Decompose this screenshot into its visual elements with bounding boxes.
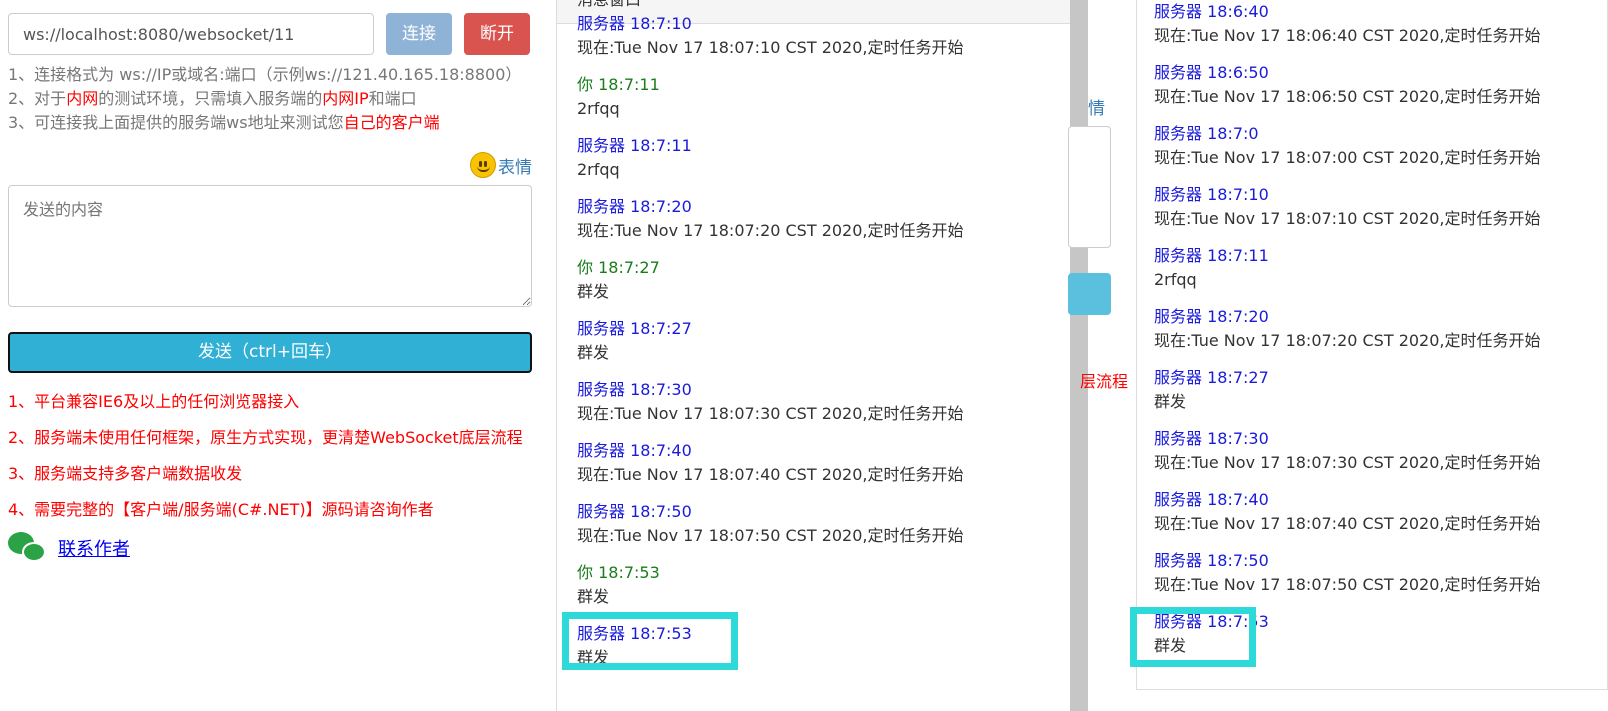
message-text: 2rfqq: [1154, 270, 1197, 289]
message-item: 服务器 18:7:30 现在:Tue Nov 17 18:07:30 CST 20…: [1154, 427, 1594, 488]
message-text: 现在:Tue Nov 17 18:07:30 CST 2020,定时任务开始: [1154, 453, 1541, 472]
message-item: 服务器 18:7:40 现在:Tue Nov 17 18:07:40 CST 20…: [1154, 488, 1594, 549]
message-window: 消息窗口 服务器 18:7:10 现在:Tue Nov 17 18:07:10 C…: [556, 0, 1070, 711]
partial-glyph: [1088, 4, 1096, 20]
scrollbar[interactable]: [1070, 0, 1088, 711]
disconnect-button[interactable]: 断开: [464, 13, 530, 55]
message-sender: 服务器 18:6:40: [1154, 2, 1269, 21]
contact-author-link[interactable]: 联系作者: [58, 535, 130, 561]
message-sender: 服务器 18:7:0: [1154, 124, 1259, 143]
message-text: 现在:Tue Nov 17 18:07:10 CST 2020,定时任务开始: [577, 38, 964, 57]
message-sender: 服务器 18:7:50: [1154, 551, 1269, 570]
tip-2: 2、对于内网的测试环境，只需填入服务端的内网IP和端口: [8, 89, 417, 108]
message-sender: 服务器 18:7:30: [577, 380, 692, 399]
message-item: 服务器 18:7:11 2rfqq: [577, 134, 1057, 195]
feature-item: 4、需要完整的【客户端/服务端(C#.NET)】源码请咨询作者: [8, 500, 434, 519]
message-text: 2rfqq: [577, 160, 620, 179]
message-text: 群发: [577, 343, 610, 362]
message-sender: 服务器 18:7:40: [577, 441, 692, 460]
message-item: 服务器 18:7:11 2rfqq: [1154, 244, 1594, 305]
message-sender: 你 18:7:11: [577, 75, 660, 94]
message-item: 服务器 18:7:10 现在:Tue Nov 17 18:07:10 CST 20…: [577, 12, 1057, 73]
message-text: 现在:Tue Nov 17 18:06:50 CST 2020,定时任务开始: [1154, 87, 1541, 106]
message-item: 服务器 18:7:0 现在:Tue Nov 17 18:07:00 CST 202…: [1154, 122, 1594, 183]
tip-3: 3、可连接我上面提供的服务端ws地址来测试您自己的客户端: [8, 113, 440, 132]
message-sender: 服务器 18:7:20: [577, 197, 692, 216]
message-text: 群发: [1154, 392, 1187, 411]
wechat-icon: [8, 532, 46, 564]
highlight-box: [562, 612, 738, 670]
second-client-window: 情 层流程 服务器 18:6:40 现在:Tue Nov 17 18:06:40 …: [1068, 0, 1608, 711]
feature-item: 1、平台兼容IE6及以上的任何浏览器接入: [8, 392, 300, 411]
feature-item: 2、服务端未使用任何框架，原生方式实现，更清楚WebSocket底层流程: [8, 428, 523, 447]
feature-text-fragment: 层流程: [1080, 372, 1129, 391]
message-sender: 你 18:7:53: [577, 563, 660, 582]
message-item: 服务器 18:7:20 现在:Tue Nov 17 18:07:20 CST 20…: [577, 195, 1057, 256]
message-sender: 服务器 18:7:20: [1154, 307, 1269, 326]
connect-button[interactable]: 连接: [386, 13, 452, 55]
message-item: 服务器 18:7:40 现在:Tue Nov 17 18:07:40 CST 20…: [577, 439, 1057, 500]
send-button[interactable]: 发送（ctrl+回车）: [8, 332, 532, 373]
send-button-fragment[interactable]: [1068, 273, 1111, 315]
message-sender: 服务器 18:7:30: [1154, 429, 1269, 448]
contact-row: 联系作者: [8, 532, 130, 564]
message-sender: 服务器 18:7:10: [1154, 185, 1269, 204]
tip-1: 1、连接格式为 ws://IP或域名:端口（示例ws://121.40.165.…: [8, 65, 522, 84]
message-item: 服务器 18:7:10 现在:Tue Nov 17 18:07:10 CST 20…: [1154, 183, 1594, 244]
message-item: 服务器 18:7:27 群发: [577, 317, 1057, 378]
emoji-label: 表情: [498, 157, 532, 178]
message-content-input[interactable]: [8, 185, 532, 307]
message-text: 群发: [577, 282, 610, 301]
message-item: 服务器 18:7:50 现在:Tue Nov 17 18:07:50 CST 20…: [1154, 549, 1594, 610]
emoji-button[interactable]: 表情: [470, 152, 532, 178]
message-item: 服务器 18:7:30 现在:Tue Nov 17 18:07:30 CST 20…: [577, 378, 1057, 439]
connection-tips: 1、连接格式为 ws://IP或域名:端口（示例ws://121.40.165.…: [8, 63, 521, 135]
message-sender: 服务器 18:7:10: [577, 14, 692, 33]
message-sender: 服务器 18:7:11: [1154, 246, 1269, 265]
websocket-url-input[interactable]: [8, 13, 374, 55]
message-text: 群发: [577, 587, 610, 606]
emoji-label-fragment[interactable]: 情: [1088, 94, 1105, 119]
message-text: 现在:Tue Nov 17 18:07:50 CST 2020,定时任务开始: [577, 526, 964, 545]
highlight-box: [1130, 607, 1256, 667]
message-item: 服务器 18:7:20 现在:Tue Nov 17 18:07:20 CST 20…: [1154, 305, 1594, 366]
message-sender: 你 18:7:27: [577, 258, 660, 277]
message-text: 现在:Tue Nov 17 18:07:40 CST 2020,定时任务开始: [577, 465, 964, 484]
message-text: 现在:Tue Nov 17 18:07:10 CST 2020,定时任务开始: [1154, 209, 1541, 228]
feature-item: 3、服务端支持多客户端数据收发: [8, 464, 243, 483]
client-panel: 连接 断开 1、连接格式为 ws://IP或域名:端口（示例ws://121.4…: [0, 0, 556, 711]
feature-list: 1、平台兼容IE6及以上的任何浏览器接入 2、服务端未使用任何框架，原生方式实现…: [8, 390, 523, 534]
message-sender: 服务器 18:6:50: [1154, 63, 1269, 82]
message-item: 服务器 18:6:50 现在:Tue Nov 17 18:06:50 CST 20…: [1154, 61, 1594, 122]
message-sender: 服务器 18:7:27: [577, 319, 692, 338]
message-item: 你 18:7:11 2rfqq: [577, 73, 1057, 134]
message-text: 现在:Tue Nov 17 18:06:40 CST 2020,定时任务开始: [1154, 26, 1541, 45]
message-sender: 服务器 18:7:40: [1154, 490, 1269, 509]
message-sender: 服务器 18:7:11: [577, 136, 692, 155]
message-window-title: 消息窗口: [577, 0, 641, 9]
message-item: 服务器 18:6:40 现在:Tue Nov 17 18:06:40 CST 20…: [1154, 0, 1594, 61]
message-text: 现在:Tue Nov 17 18:07:20 CST 2020,定时任务开始: [577, 221, 964, 240]
message-text: 现在:Tue Nov 17 18:07:00 CST 2020,定时任务开始: [1154, 148, 1541, 167]
content-input-fragment[interactable]: [1068, 126, 1111, 248]
message-sender: 服务器 18:7:27: [1154, 368, 1269, 387]
message-text: 现在:Tue Nov 17 18:07:50 CST 2020,定时任务开始: [1154, 575, 1541, 594]
message-item: 服务器 18:7:50 现在:Tue Nov 17 18:07:50 CST 20…: [577, 500, 1057, 561]
message-text: 现在:Tue Nov 17 18:07:20 CST 2020,定时任务开始: [1154, 331, 1541, 350]
message-text: 现在:Tue Nov 17 18:07:40 CST 2020,定时任务开始: [1154, 514, 1541, 533]
message-text: 2rfqq: [577, 99, 620, 118]
message-item: 服务器 18:7:27 群发: [1154, 366, 1594, 427]
message-text: 现在:Tue Nov 17 18:07:30 CST 2020,定时任务开始: [577, 404, 964, 423]
message-list: 服务器 18:6:40 现在:Tue Nov 17 18:06:40 CST 20…: [1154, 0, 1594, 671]
message-sender: 服务器 18:7:50: [577, 502, 692, 521]
message-list: 服务器 18:7:10 现在:Tue Nov 17 18:07:10 CST 20…: [577, 12, 1057, 683]
message-item: 你 18:7:27 群发: [577, 256, 1057, 317]
smiley-icon: [470, 152, 496, 178]
